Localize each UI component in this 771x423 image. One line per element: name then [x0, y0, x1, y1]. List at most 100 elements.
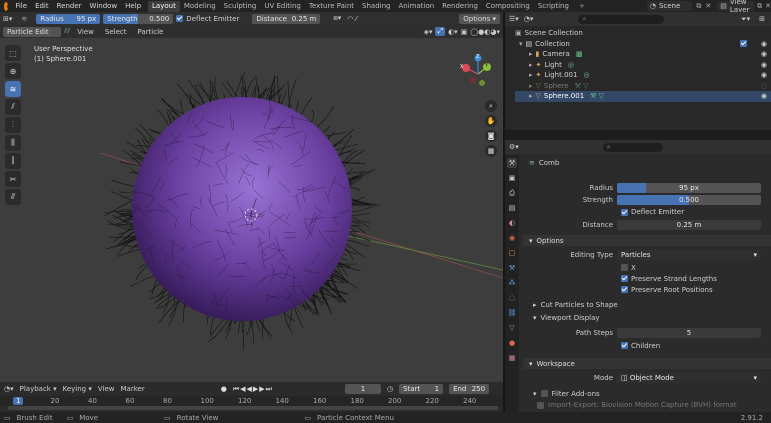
- tool-tab-icon[interactable]: ⚒: [507, 158, 517, 168]
- current-frame-field[interactable]: 1: [344, 384, 381, 394]
- view-layer-tab-icon[interactable]: ▤: [507, 203, 517, 213]
- visibility-eye-icon[interactable]: ◉: [761, 50, 767, 58]
- expand-arrow-icon[interactable]: ▸: [529, 92, 533, 100]
- mirror-icon[interactable]: ⧈▾: [333, 14, 341, 23]
- distance-field[interactable]: 0.25 m: [617, 220, 761, 230]
- output-tab-icon[interactable]: ⎙: [507, 188, 517, 198]
- constraints-tab-icon[interactable]: ⛓: [507, 308, 517, 318]
- gizmo-toggle-icon[interactable]: ⤢: [435, 27, 446, 36]
- timeline-scrollbar[interactable]: [8, 406, 498, 410]
- addon-list-item[interactable]: Import-Export: Biovision Motion Capture …: [523, 400, 771, 410]
- filter-addons-checkbox[interactable]: [540, 390, 548, 397]
- view-layer-selector[interactable]: ▤ View Layer: [717, 0, 755, 14]
- menu-view[interactable]: View: [73, 28, 98, 36]
- menu-keying[interactable]: Keying ▾: [63, 385, 92, 393]
- expand-arrow-icon[interactable]: ▸: [529, 50, 533, 58]
- shading-modes-icon[interactable]: ◯●◐◕▾: [470, 28, 500, 36]
- particles-tab-icon[interactable]: ⁂: [507, 278, 517, 288]
- expand-arrow-icon[interactable]: ▸: [529, 71, 533, 79]
- editor-type-icon[interactable]: ⊞▾: [3, 15, 12, 23]
- blender-logo-icon[interactable]: [4, 1, 11, 11]
- comb-brush-icon[interactable]: ≋: [21, 15, 27, 23]
- preserve-strand-checkbox[interactable]: [621, 275, 628, 282]
- preserve-root-checkbox[interactable]: [621, 286, 628, 293]
- area-divider-horizontal[interactable]: [505, 130, 771, 140]
- deflect-emitter-checkbox[interactable]: [621, 208, 628, 216]
- timeline-ruler[interactable]: 1 20 40 60 80 100 120 140 160 180 200 220 240: [0, 396, 503, 406]
- viewport-display-subpanel[interactable]: ▾ Viewport Display: [523, 311, 771, 324]
- cut-particles-subpanel[interactable]: ▸ Cut Particles to Shape: [523, 298, 771, 311]
- hidden-eye-icon[interactable]: ◌: [761, 82, 767, 90]
- render-tab-icon[interactable]: ▣: [507, 173, 517, 183]
- tab-modeling[interactable]: Modeling: [180, 1, 220, 12]
- options-panel-header[interactable]: ▾ Options: [523, 235, 771, 246]
- menu-help[interactable]: Help: [121, 2, 145, 10]
- outliner-item[interactable]: ▸ ✦ Light ◎ ◉: [515, 60, 771, 71]
- timeline-editor-type-icon[interactable]: ◔▾: [4, 385, 14, 393]
- filter-addons-subpanel[interactable]: ▾ Filter Add-ons: [523, 387, 771, 400]
- radius-field[interactable]: Radius 95 px: [36, 13, 101, 24]
- menu-file[interactable]: File: [11, 2, 31, 10]
- material-tab-icon[interactable]: ●: [507, 338, 517, 348]
- record-icon[interactable]: ●: [221, 385, 227, 393]
- addon-checkbox[interactable]: [537, 401, 544, 409]
- x-mirror-checkbox[interactable]: [621, 264, 628, 271]
- scene-selector[interactable]: ◔ Scene: [646, 1, 693, 11]
- outliner-search-input[interactable]: ⌕: [578, 14, 665, 24]
- delete-view-layer-icon[interactable]: ✕: [765, 2, 771, 10]
- new-view-layer-icon[interactable]: ⧉: [757, 2, 762, 11]
- world-tab-icon[interactable]: ◉: [507, 233, 517, 243]
- outliner-editor-type-icon[interactable]: ☰▾: [509, 15, 519, 23]
- display-mode-icon[interactable]: ◔▾: [524, 15, 534, 23]
- tab-sculpting[interactable]: Sculpting: [220, 1, 261, 12]
- navigation-gizmo[interactable]: [458, 54, 498, 94]
- zoom-icon[interactable]: ⌕: [485, 100, 497, 112]
- start-frame-field[interactable]: Start 1: [399, 384, 444, 394]
- curve-icon[interactable]: ◠ ⁄: [347, 15, 357, 23]
- menu-select[interactable]: Select: [101, 28, 131, 36]
- perspective-toggle-icon[interactable]: ▦: [485, 145, 497, 157]
- overlay-toggle-icon[interactable]: ◐▾: [448, 28, 458, 36]
- properties-search-input[interactable]: ⌕: [602, 142, 663, 152]
- mode-selector[interactable]: Particle Edit: [3, 26, 61, 37]
- menu-particle[interactable]: Particle: [133, 28, 167, 36]
- visibility-eye-icon[interactable]: ◉: [761, 61, 767, 69]
- modifier-tab-icon[interactable]: ⚒: [507, 263, 517, 273]
- strength-slider[interactable]: 0.500: [617, 195, 761, 205]
- new-collection-icon[interactable]: ⊞: [759, 15, 765, 23]
- menu-timeline-view[interactable]: View: [98, 385, 115, 393]
- collection-exclude-checkbox[interactable]: [739, 40, 747, 48]
- visibility-eye-icon[interactable]: ◉: [761, 92, 767, 100]
- select-mode-icons[interactable]: ⫽⫽: [64, 27, 70, 36]
- object-tab-icon[interactable]: ▢: [507, 248, 517, 258]
- view-object-types-icon[interactable]: ◈▾: [424, 28, 433, 36]
- 3d-viewport[interactable]: ⊞▾ ≋ Radius 95 px Strength 0.500 Deflect…: [0, 12, 503, 382]
- tab-compositing[interactable]: Compositing: [482, 1, 534, 12]
- new-scene-icon[interactable]: ⧉: [696, 2, 701, 11]
- outliner-collection[interactable]: ▾ ▤ Collection ◉: [515, 39, 771, 50]
- collection-visibility-icon[interactable]: ◉: [761, 40, 767, 48]
- strength-field[interactable]: Strength 0.500: [103, 13, 174, 24]
- delete-scene-icon[interactable]: ✕: [705, 2, 711, 10]
- tab-scripting[interactable]: Scripting: [534, 1, 573, 12]
- add-workspace-icon[interactable]: +: [579, 2, 585, 10]
- menu-playback[interactable]: Playback ▾: [20, 385, 57, 393]
- path-steps-field[interactable]: 5: [617, 328, 761, 338]
- deflect-emitter-checkbox[interactable]: [176, 15, 184, 22]
- tab-shading[interactable]: Shading: [358, 1, 394, 12]
- filter-icon[interactable]: ⏷▾: [741, 15, 750, 24]
- expand-arrow-icon[interactable]: ▾: [519, 40, 523, 48]
- physics-tab-icon[interactable]: ◌: [507, 293, 517, 303]
- outliner-scene-collection[interactable]: ▣ Scene Collection: [515, 28, 771, 39]
- menu-render[interactable]: Render: [53, 2, 86, 10]
- outliner-item[interactable]: ▸ ▽ Sphere ⚒ ▽ ◌: [515, 81, 771, 92]
- scene-tab-icon[interactable]: ◐: [507, 218, 517, 228]
- visibility-eye-icon[interactable]: ◉: [761, 71, 767, 79]
- tab-uv-editing[interactable]: UV Editing: [260, 1, 305, 12]
- pan-icon[interactable]: ✋: [485, 115, 497, 127]
- menu-marker[interactable]: Marker: [121, 385, 145, 393]
- options-dropdown[interactable]: Options ▾: [459, 13, 500, 24]
- workspace-panel-header[interactable]: ▾ Workspace: [523, 358, 771, 369]
- outliner-item-selected[interactable]: ▸ ▽ Sphere.001 ⚒ ▽ ◉: [515, 91, 771, 102]
- properties-editor-type-icon[interactable]: ⚙▾: [509, 143, 519, 151]
